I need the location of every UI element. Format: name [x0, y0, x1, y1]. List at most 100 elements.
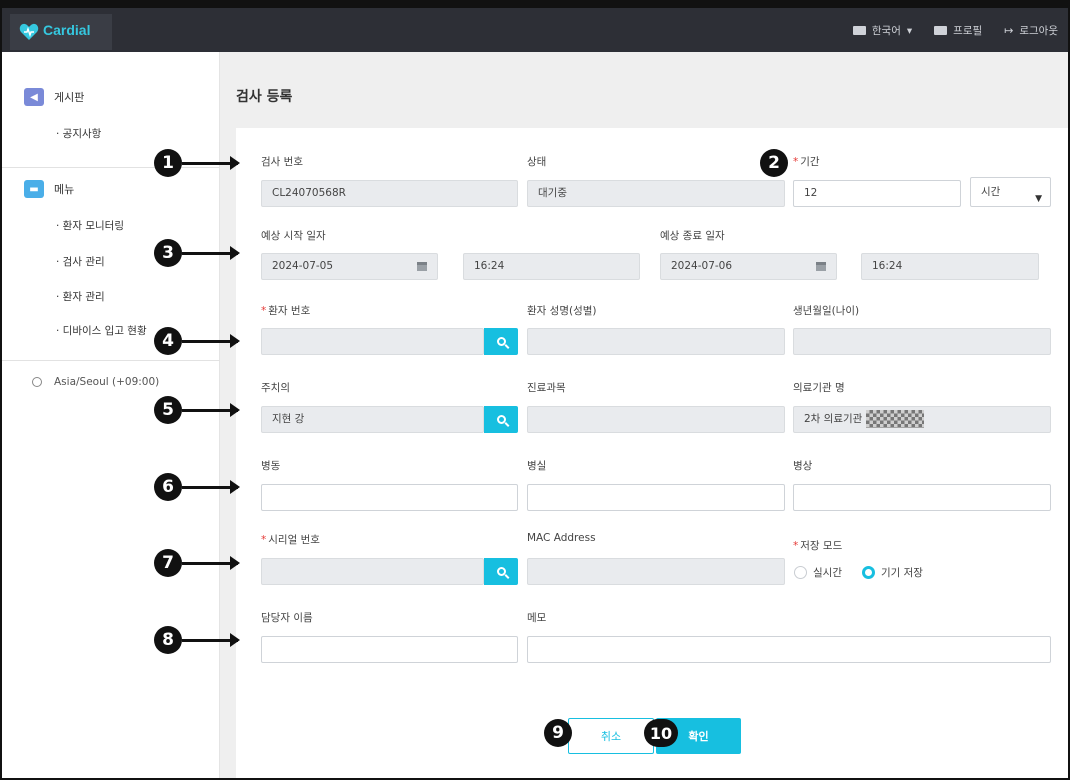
timezone-label: Asia/Seoul (+09:00)	[54, 376, 160, 388]
patient-search-button[interactable]	[484, 328, 518, 355]
status-label: 상태	[527, 156, 547, 168]
end-date-value: 2024-07-06	[671, 260, 733, 272]
memo-input[interactable]	[527, 636, 1051, 663]
start-date-label: 예상 시작 일자	[261, 230, 326, 242]
cancel-button[interactable]: 취소	[568, 718, 654, 754]
bed-label: 병상	[793, 460, 813, 472]
annotation-badge: 9	[544, 719, 572, 747]
annotation-6: 6	[154, 473, 240, 501]
annotation-2: 2	[760, 149, 788, 177]
logout-icon: ↦	[1004, 24, 1014, 37]
mac-field	[527, 558, 785, 585]
serial-input[interactable]	[261, 558, 484, 585]
duration-label: * 기간	[793, 156, 820, 168]
logout-link[interactable]: ↦ 로그아웃	[1004, 23, 1058, 38]
sidebar-item-exam-management[interactable]: · 검사 관리	[56, 254, 105, 269]
annotation-8: 8	[154, 626, 240, 654]
start-date-value: 2024-07-05	[272, 260, 334, 272]
annotation-badge: 5	[154, 396, 182, 424]
annotation-badge: 8	[154, 626, 182, 654]
arrow-icon	[182, 479, 240, 494]
end-date-label: 예상 종료 일자	[660, 230, 725, 242]
arrow-icon	[182, 632, 240, 647]
sidebar-item-notice[interactable]: · 공지사항	[56, 126, 101, 141]
patient-no-label-text: 환자 번호	[268, 305, 311, 317]
heart-logo-icon	[19, 23, 39, 40]
doctor-input[interactable]: 지현 강	[261, 406, 484, 433]
profile-link[interactable]: 프로필	[934, 23, 982, 38]
arrow-icon	[182, 245, 240, 260]
annotation-badge: 4	[154, 327, 182, 355]
search-icon	[496, 567, 506, 576]
logo[interactable]: Cardial	[10, 14, 112, 50]
chevron-down-icon: ▼	[1035, 194, 1042, 204]
mac-label: MAC Address	[527, 532, 596, 544]
start-time-field[interactable]: 16:24	[463, 253, 640, 280]
search-icon	[496, 337, 506, 346]
screen-frame: Cardial 한국어 ▾ 프로필 ↦ 로그아웃 ◀ 게시판 · 공지사항 ▬ …	[0, 0, 1070, 780]
folder-icon: ▬	[24, 180, 44, 198]
arrow-icon	[182, 333, 240, 348]
divider	[2, 360, 220, 361]
annotation-5: 5	[154, 396, 240, 424]
patient-name-label: 환자 성명(성별)	[527, 305, 597, 317]
form-card	[236, 128, 1068, 778]
bed-input[interactable]	[793, 484, 1051, 511]
duration-unit-select[interactable]: 시간 ▼	[970, 177, 1051, 207]
arrow-icon	[182, 155, 240, 170]
start-date-field[interactable]: 2024-07-05	[261, 253, 438, 280]
sidebar-item-patient-management[interactable]: · 환자 관리	[56, 289, 105, 304]
radio-device-storage[interactable]	[861, 566, 875, 579]
globe-icon	[32, 377, 42, 387]
caret-down-icon: ▾	[906, 24, 913, 37]
keyboard-icon	[852, 26, 866, 35]
end-time-field[interactable]: 16:24	[861, 253, 1039, 280]
sidebar-item-patient-monitoring[interactable]: · 환자 모니터링	[56, 218, 124, 233]
calendar-icon	[417, 262, 427, 271]
annotation-7: 7	[154, 549, 240, 577]
top-bar: Cardial 한국어 ▾ 프로필 ↦ 로그아웃	[2, 2, 1068, 52]
annotation-badge: 10	[644, 719, 678, 747]
sidebar-item-device-stock[interactable]: · 디바이스 입고 현황	[56, 323, 147, 338]
arrow-icon	[182, 555, 240, 570]
birth-label: 생년월일(나이)	[793, 305, 860, 317]
birth-field	[793, 328, 1051, 355]
duration-unit-value: 시간	[981, 186, 1001, 198]
duration-input[interactable]: 12	[793, 180, 961, 207]
top-menu: 한국어 ▾ 프로필 ↦ 로그아웃	[852, 23, 1058, 38]
save-mode-label-text: 저장 모드	[800, 540, 843, 552]
radio-device-storage-label: 기기 저장	[880, 567, 923, 579]
manager-label: 담당자 이름	[261, 612, 313, 624]
timezone-display: Asia/Seoul (+09:00)	[32, 376, 159, 388]
ward-input[interactable]	[261, 484, 518, 511]
patient-no-label: * 환자 번호	[261, 305, 311, 317]
manager-input[interactable]	[261, 636, 518, 663]
radio-realtime[interactable]	[794, 566, 807, 579]
patient-no-input[interactable]	[261, 328, 484, 355]
doctor-search-button[interactable]	[484, 406, 518, 433]
serial-search-button[interactable]	[484, 558, 518, 585]
sidebar-group-label: 메뉴	[54, 183, 75, 196]
status-field: 대기중	[527, 180, 785, 207]
patient-name-field	[527, 328, 785, 355]
annotation-badge: 3	[154, 239, 182, 267]
annotation-3: 3	[154, 239, 240, 267]
redacted-mosaic	[866, 410, 924, 428]
sidebar-group-board[interactable]: ◀ 게시판	[24, 88, 84, 106]
annotation-badge: 7	[154, 549, 182, 577]
end-date-field[interactable]: 2024-07-06	[660, 253, 837, 280]
annotation-badge: 6	[154, 473, 182, 501]
sidebar-group-menu[interactable]: ▬ 메뉴	[24, 180, 74, 198]
annotation-4: 4	[154, 327, 240, 355]
annotation-10: 10	[644, 719, 678, 747]
department-field	[527, 406, 785, 433]
logo-text: Cardial	[43, 22, 91, 38]
room-input[interactable]	[527, 484, 785, 511]
ward-label: 병동	[261, 460, 281, 472]
serial-label: * 시리얼 번호	[261, 534, 320, 546]
duration-label-text: 기간	[800, 156, 820, 168]
annotation-1: 1	[154, 149, 240, 177]
language-selector[interactable]: 한국어 ▾	[852, 23, 913, 38]
search-icon	[496, 415, 506, 424]
calendar-icon	[816, 262, 826, 271]
